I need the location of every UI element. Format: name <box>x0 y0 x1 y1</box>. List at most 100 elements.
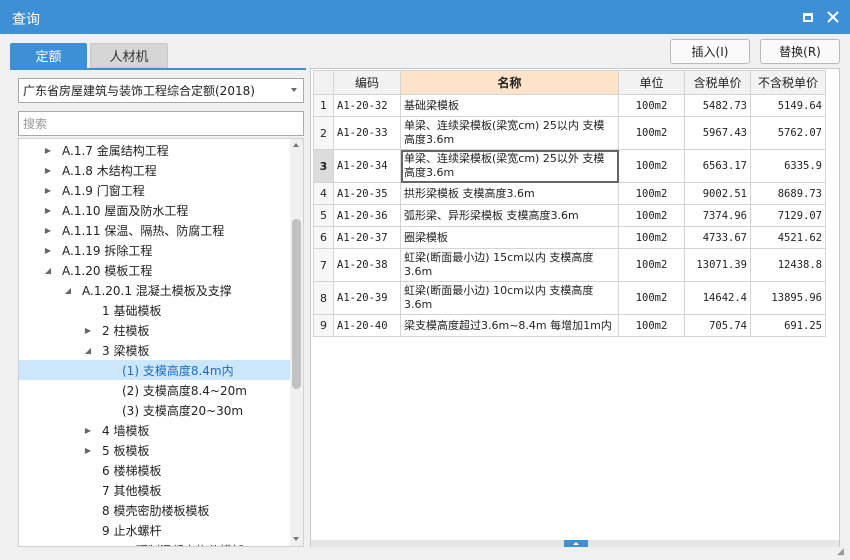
replace-button[interactable]: 替换(R) <box>760 39 840 64</box>
tree-collapsed-icon[interactable]: ▶ <box>44 206 52 215</box>
cell-code[interactable]: A1-20-40 <box>333 314 401 337</box>
row-index[interactable]: 4 <box>313 182 334 205</box>
cell-price-notax[interactable]: 691.25 <box>750 314 826 337</box>
tree-collapsed-icon[interactable]: ▶ <box>84 446 92 455</box>
cell-price-tax[interactable]: 5482.73 <box>684 94 751 117</box>
tree-item[interactable]: ▶ A.1.7 金属结构工程 <box>19 140 291 160</box>
tree-item[interactable]: ▶ A.1.9 门窗工程 <box>19 180 291 200</box>
cell-price-notax[interactable]: 13895.96 <box>750 281 826 315</box>
cell-price-tax[interactable]: 4733.67 <box>684 226 751 249</box>
table-row[interactable]: 4 A1-20-35 拱形梁模板 支模高度3.6m 100m2 9002.51 8689.… <box>313 182 826 205</box>
cell-unit[interactable]: 100m2 <box>618 226 685 249</box>
tree-item[interactable]: ▶ A.1.8 木结构工程 <box>19 160 291 180</box>
maximize-button[interactable] <box>799 8 817 26</box>
cell-price-notax[interactable]: 5762.07 <box>750 116 826 150</box>
cell-name[interactable]: 虹梁(断面最小边) 10cm以内 支模高度3.6m <box>400 281 619 315</box>
cell-price-notax[interactable]: 12438.8 <box>750 248 826 282</box>
row-index[interactable]: 8 <box>313 281 334 315</box>
table-row[interactable]: 7 A1-20-38 虹梁(断面最小边) 15cm以内 支模高度3.6m 100m2 1… <box>313 248 826 282</box>
cell-price-tax[interactable]: 5967.43 <box>684 116 751 150</box>
search-input[interactable] <box>18 111 304 136</box>
tree-item[interactable]: ▶ A.1.19 拆除工程 <box>19 240 291 260</box>
cell-name[interactable]: 拱形梁模板 支模高度3.6m <box>400 182 619 205</box>
cell-price-tax[interactable]: 705.74 <box>684 314 751 337</box>
cell-unit[interactable]: 100m2 <box>618 281 685 315</box>
tree-item[interactable]: ▶ 5 板模板 <box>19 440 291 460</box>
cell-name[interactable]: 单梁、连续梁模板(梁宽cm) 25以内 支模高度3.6m <box>400 116 619 150</box>
tree-expanded-icon[interactable]: ◢ <box>64 286 72 295</box>
tree-scrollbar[interactable] <box>290 139 303 546</box>
tree-collapsed-icon[interactable]: ▶ <box>84 326 92 335</box>
row-index[interactable]: 6 <box>313 226 334 249</box>
bottom-splitter[interactable] <box>311 540 839 547</box>
cell-name[interactable]: 单梁、连续梁模板(梁宽cm) 25以外 支模高度3.6m <box>400 149 619 183</box>
header-name[interactable]: 名称 <box>400 70 619 95</box>
tree-collapsed-icon[interactable]: ▶ <box>44 166 52 175</box>
cell-code[interactable]: A1-20-38 <box>333 248 401 282</box>
cell-price-notax[interactable]: 5149.64 <box>750 94 826 117</box>
tree-item[interactable]: ▶ 4 墙模板 <box>19 420 291 440</box>
table-row[interactable]: 9 A1-20-40 梁支模高度超过3.6m~8.4m 每增加1m内 100m2 705… <box>313 314 826 337</box>
tab-quota[interactable]: 定额 <box>10 43 87 68</box>
cell-code[interactable]: A1-20-34 <box>333 149 401 183</box>
cell-name[interactable]: 基础梁模板 <box>400 94 619 117</box>
row-index[interactable]: 5 <box>313 204 334 227</box>
header-unit[interactable]: 单位 <box>618 70 685 95</box>
cell-code[interactable]: A1-20-33 <box>333 116 401 150</box>
table-row[interactable]: 1 A1-20-32 基础梁模板 100m2 5482.73 5149.64 <box>313 94 826 117</box>
cell-code[interactable]: A1-20-36 <box>333 204 401 227</box>
cell-unit[interactable]: 100m2 <box>618 116 685 150</box>
tree-item[interactable]: (2) 支模高度8.4~20m <box>19 380 291 400</box>
tree-item[interactable]: (1) 支模高度8.4m内 <box>19 360 291 380</box>
cell-price-notax[interactable]: 7129.07 <box>750 204 826 227</box>
table-row[interactable]: 8 A1-20-39 虹梁(断面最小边) 10cm以内 支模高度3.6m 100m2 1… <box>313 281 826 315</box>
expand-panel-handle[interactable] <box>564 540 588 547</box>
tree-collapsed-icon[interactable]: ▶ <box>44 146 52 155</box>
tree-expanded-icon[interactable]: ◢ <box>84 346 92 355</box>
cell-unit[interactable]: 100m2 <box>618 314 685 337</box>
cell-price-tax[interactable]: 6563.17 <box>684 149 751 183</box>
cell-price-notax[interactable]: 6335.9 <box>750 149 826 183</box>
row-index[interactable]: 2 <box>313 116 334 150</box>
row-index[interactable]: 1 <box>313 94 334 117</box>
tree-item[interactable]: ▶ A.1.10 屋面及防水工程 <box>19 200 291 220</box>
header-price-notax[interactable]: 不含税单价 <box>750 70 826 95</box>
tree-item[interactable]: ◢ A.1.20.1 混凝土模板及支撑 <box>19 280 291 300</box>
tree-collapsed-icon[interactable]: ▶ <box>44 226 52 235</box>
tab-labor-material-machine[interactable]: 人材机 <box>90 43 168 68</box>
cell-code[interactable]: A1-20-39 <box>333 281 401 315</box>
scrollbar-thumb[interactable] <box>292 219 301 389</box>
tree-item[interactable]: ▶ A.1.11 保温、隔热、防腐工程 <box>19 220 291 240</box>
tree-item[interactable]: ◢ A.1.20 模板工程 <box>19 260 291 280</box>
header-price-tax[interactable]: 含税单价 <box>684 70 751 95</box>
header-code[interactable]: 编码 <box>333 70 401 95</box>
cell-code[interactable]: A1-20-35 <box>333 182 401 205</box>
cell-price-tax[interactable]: 14642.4 <box>684 281 751 315</box>
tree-item[interactable]: 6 楼梯模板 <box>19 460 291 480</box>
cell-name[interactable]: 弧形梁、异形梁模板 支模高度3.6m <box>400 204 619 227</box>
cell-price-tax[interactable]: 9002.51 <box>684 182 751 205</box>
cell-price-notax[interactable]: 8689.73 <box>750 182 826 205</box>
table-row[interactable]: 2 A1-20-33 单梁、连续梁模板(梁宽cm) 25以内 支模高度3.6m 100… <box>313 116 826 150</box>
row-index[interactable]: 3 <box>313 149 334 183</box>
cell-price-tax[interactable]: 7374.96 <box>684 204 751 227</box>
close-button[interactable] <box>824 8 842 26</box>
cell-price-tax[interactable]: 13071.39 <box>684 248 751 282</box>
table-row[interactable]: 6 A1-20-37 圈梁模板 100m2 4733.67 4521.62 <box>313 226 826 249</box>
tree-item[interactable]: 9 止水螺杆 <box>19 520 291 540</box>
table-row[interactable]: 5 A1-20-36 弧形梁、异形梁模板 支模高度3.6m 100m2 7374.96 7… <box>313 204 826 227</box>
cell-unit[interactable]: 100m2 <box>618 182 685 205</box>
cell-unit[interactable]: 100m2 <box>618 149 685 183</box>
cell-name[interactable]: 圈梁模板 <box>400 226 619 249</box>
row-index[interactable]: 7 <box>313 248 334 282</box>
scroll-down-icon[interactable] <box>293 537 299 541</box>
tree-item[interactable]: ▶ 2 柱模板 <box>19 320 291 340</box>
tree-expanded-icon[interactable]: ◢ <box>44 266 52 275</box>
tree-item[interactable]: (3) 支模高度20~30m <box>19 400 291 420</box>
tree-collapsed-icon[interactable]: ▶ <box>44 246 52 255</box>
table-row[interactable]: 3 A1-20-34 单梁、连续梁模板(梁宽cm) 25以外 支模高度3.6m 100… <box>313 149 826 183</box>
tree-item[interactable]: 7 其他模板 <box>19 480 291 500</box>
tree-item[interactable]: ▶ A.1.20.2 预制混凝土构件模板 <box>19 540 291 547</box>
tree-item[interactable]: ◢ 3 梁模板 <box>19 340 291 360</box>
tree-collapsed-icon[interactable]: ▶ <box>44 186 52 195</box>
